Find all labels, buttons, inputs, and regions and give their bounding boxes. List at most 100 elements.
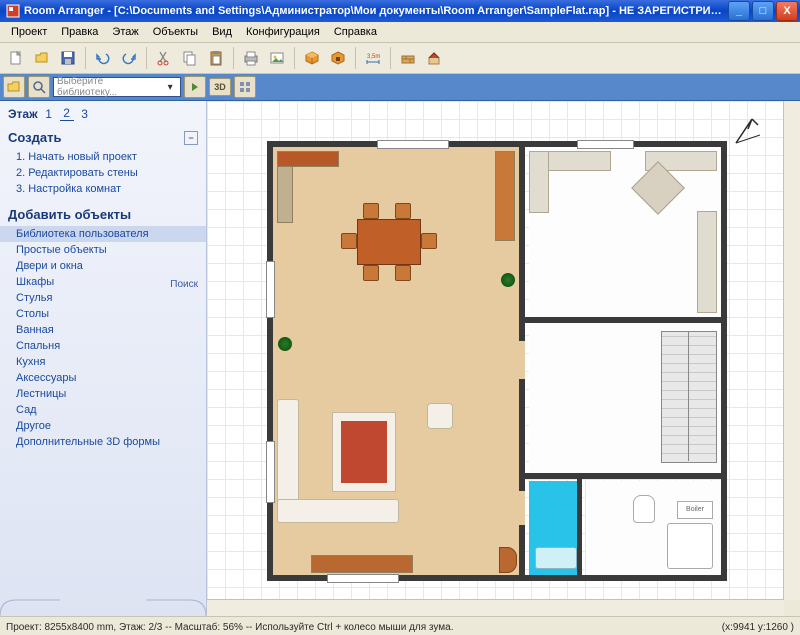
scrollbar-horizontal[interactable] bbox=[207, 599, 784, 616]
create-new-project[interactable]: 1. Начать новый проект bbox=[0, 149, 206, 165]
library-select-placeholder: Выберите библиотеку... bbox=[57, 76, 163, 98]
menu-config[interactable]: Конфигурация bbox=[239, 24, 327, 40]
save-button[interactable] bbox=[56, 46, 80, 70]
wall-tool-button[interactable] bbox=[396, 46, 420, 70]
plant[interactable] bbox=[278, 337, 292, 351]
toolbar-sep bbox=[390, 47, 391, 69]
chair[interactable] bbox=[395, 265, 411, 281]
statusbar: Проект: 8255x8400 mm, Этаж: 2/3 -- Масшт… bbox=[0, 616, 800, 635]
sink[interactable] bbox=[535, 547, 577, 569]
menu-objects[interactable]: Объекты bbox=[146, 24, 205, 40]
toolbar-sep bbox=[146, 47, 147, 69]
menu-floor[interactable]: Этаж bbox=[105, 24, 145, 40]
app-icon bbox=[5, 3, 21, 19]
plant[interactable] bbox=[501, 273, 515, 287]
minimize-button[interactable]: _ bbox=[728, 1, 750, 21]
floor-2[interactable]: 2 bbox=[60, 106, 74, 121]
shower[interactable] bbox=[667, 523, 713, 569]
door-opening bbox=[519, 341, 525, 379]
paste-button[interactable] bbox=[204, 46, 228, 70]
redo-button[interactable] bbox=[117, 46, 141, 70]
chair[interactable] bbox=[421, 233, 437, 249]
door-opening bbox=[519, 491, 525, 525]
cabinet[interactable] bbox=[495, 151, 515, 241]
lib-next-button[interactable] bbox=[184, 76, 206, 98]
dropdown-icon: ▾ bbox=[163, 82, 177, 93]
cat-doors[interactable]: Двери и окна bbox=[0, 258, 206, 274]
view3d-button[interactable] bbox=[300, 46, 324, 70]
maximize-button[interactable]: □ bbox=[752, 1, 774, 21]
cat-simple[interactable]: Простые объекты bbox=[0, 242, 206, 258]
chair[interactable] bbox=[395, 203, 411, 219]
create-header[interactable]: Создать − bbox=[0, 126, 206, 149]
cat-accessories[interactable]: Аксессуары bbox=[0, 370, 206, 386]
addobjects-header[interactable]: Добавить объекты bbox=[0, 203, 206, 226]
cut-button[interactable] bbox=[152, 46, 176, 70]
counter[interactable] bbox=[697, 211, 717, 313]
stairs[interactable] bbox=[661, 331, 717, 463]
library-bar: Выберите библиотеку... ▾ 3D bbox=[0, 74, 800, 101]
window bbox=[266, 441, 275, 503]
floor-1[interactable]: 1 bbox=[42, 107, 56, 121]
home-button[interactable] bbox=[422, 46, 446, 70]
cat-tables[interactable]: Столы bbox=[0, 306, 206, 322]
rug[interactable] bbox=[333, 413, 395, 491]
badge-3d[interactable]: 3D bbox=[209, 78, 231, 96]
print-button[interactable] bbox=[239, 46, 263, 70]
chair[interactable] bbox=[341, 233, 357, 249]
canvas[interactable]: Boiler bbox=[207, 101, 800, 616]
lib-folder-button[interactable] bbox=[3, 76, 25, 98]
menu-project[interactable]: Проект bbox=[4, 24, 54, 40]
cat-userlib[interactable]: Библиотека пользователя bbox=[0, 226, 206, 242]
undo-button[interactable] bbox=[91, 46, 115, 70]
lib-search-button[interactable] bbox=[28, 76, 50, 98]
cat-chairs[interactable]: Стулья bbox=[0, 290, 206, 306]
create-room-settings[interactable]: 3. Настройка комнат bbox=[0, 181, 206, 197]
export-image-button[interactable] bbox=[265, 46, 289, 70]
status-left: Проект: 8255x8400 mm, Этаж: 2/3 -- Масшт… bbox=[6, 622, 454, 633]
armchair[interactable] bbox=[499, 547, 517, 573]
chair[interactable] bbox=[363, 203, 379, 219]
sidebar: Этаж 1 2 3 Создать − 1. Начать новый про… bbox=[0, 101, 207, 616]
dining-table[interactable] bbox=[357, 219, 421, 265]
cat-3dshapes[interactable]: Дополнительные 3D формы bbox=[0, 434, 206, 450]
cat-bedroom[interactable]: Спальня bbox=[0, 338, 206, 354]
menu-help[interactable]: Справка bbox=[327, 24, 384, 40]
lib-view-button[interactable] bbox=[234, 76, 256, 98]
toolbar-sep bbox=[233, 47, 234, 69]
floorplan: Boiler bbox=[267, 141, 727, 581]
window-title: Room Arranger - [C:\Documents and Settin… bbox=[24, 5, 726, 17]
chair[interactable] bbox=[363, 265, 379, 281]
open-button[interactable] bbox=[30, 46, 54, 70]
tv-unit[interactable] bbox=[311, 555, 413, 573]
menu-view[interactable]: Вид bbox=[205, 24, 239, 40]
sofa[interactable] bbox=[277, 399, 299, 501]
sofa[interactable] bbox=[277, 499, 399, 523]
cat-garden[interactable]: Сад bbox=[0, 402, 206, 418]
library-select[interactable]: Выберите библиотеку... ▾ bbox=[53, 77, 181, 97]
create-edit-walls[interactable]: 2. Редактировать стены bbox=[0, 165, 206, 181]
window bbox=[377, 140, 449, 149]
scrollbar-vertical[interactable] bbox=[783, 101, 800, 600]
new-button[interactable] bbox=[4, 46, 28, 70]
menu-edit[interactable]: Правка bbox=[54, 24, 105, 40]
toolbar-sep bbox=[355, 47, 356, 69]
sideboard[interactable] bbox=[277, 151, 339, 167]
armchair[interactable] bbox=[427, 403, 453, 429]
toolbar: 3,5m bbox=[0, 43, 800, 74]
cat-other[interactable]: Другое bbox=[0, 418, 206, 434]
cat-stairs[interactable]: Лестницы bbox=[0, 386, 206, 402]
measure-button[interactable]: 3,5m bbox=[361, 46, 385, 70]
svg-text:3,5m: 3,5m bbox=[367, 54, 380, 60]
cat-kitchen[interactable]: Кухня bbox=[0, 354, 206, 370]
counter[interactable] bbox=[529, 151, 549, 213]
copy-button[interactable] bbox=[178, 46, 202, 70]
boiler[interactable]: Boiler bbox=[677, 501, 713, 519]
close-button[interactable]: X bbox=[776, 1, 798, 21]
floor-3[interactable]: 3 bbox=[78, 107, 92, 121]
toilet[interactable] bbox=[633, 495, 655, 523]
window bbox=[327, 574, 399, 583]
walk-button[interactable] bbox=[326, 46, 350, 70]
search-link[interactable]: Поиск bbox=[170, 279, 198, 290]
cat-bath[interactable]: Ванная bbox=[0, 322, 206, 338]
